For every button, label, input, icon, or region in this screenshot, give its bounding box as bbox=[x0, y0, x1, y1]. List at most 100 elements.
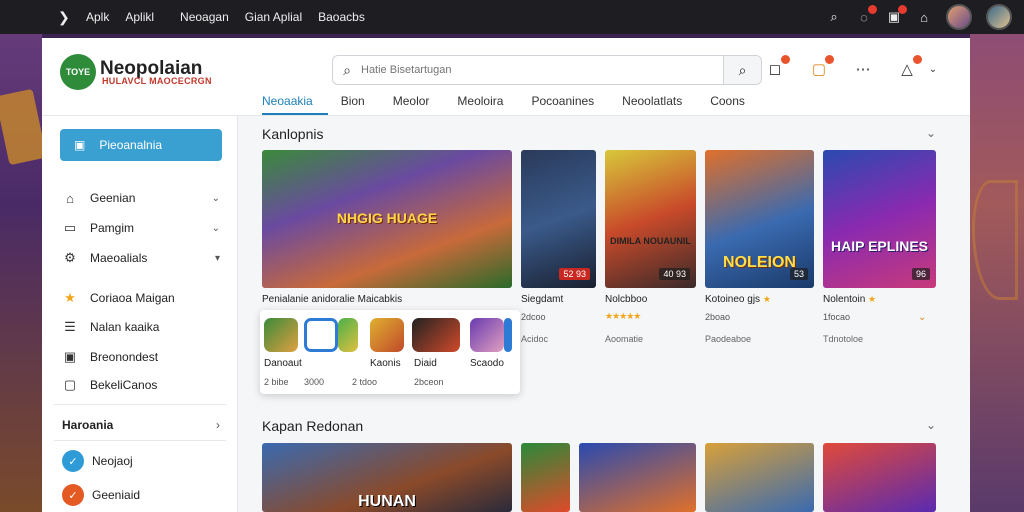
chevron-down-icon[interactable]: ⌄ bbox=[926, 126, 936, 140]
game-title[interactable]: Siegdamt bbox=[521, 294, 563, 305]
chevron-down-icon[interactable]: ⌄ bbox=[212, 193, 220, 204]
featured-game-image[interactable]: NHGIG HUAGE bbox=[262, 150, 512, 288]
game-image[interactable] bbox=[705, 443, 814, 512]
search-input[interactable] bbox=[361, 57, 723, 83]
discount-badge: 52 93 bbox=[559, 268, 590, 280]
chevron-down-icon[interactable]: ⌄ bbox=[918, 312, 926, 323]
discount-badge: 40 93 bbox=[659, 268, 690, 280]
search-button[interactable]: ⌕ bbox=[723, 56, 761, 84]
app-icon[interactable] bbox=[412, 318, 460, 352]
avatar[interactable] bbox=[946, 4, 972, 30]
settings-icon: ⚙ bbox=[64, 250, 76, 265]
game-image[interactable]: NOLEION 53 bbox=[705, 150, 814, 288]
game-image[interactable] bbox=[521, 443, 570, 512]
download-icon[interactable]: ▣ bbox=[886, 5, 907, 25]
list-icon: ☰ bbox=[64, 319, 76, 334]
app-size: 3000 bbox=[304, 377, 325, 387]
sidebar-item-label: BekeliCanos bbox=[90, 378, 158, 392]
os-menu-item[interactable]: Baoacbs bbox=[318, 10, 365, 24]
gift-icon[interactable]: ▢ bbox=[808, 55, 834, 80]
primary-action-button[interactable]: ▣ Pieoanalnia bbox=[60, 129, 222, 161]
os-menu-item[interactable]: Neoagan bbox=[180, 10, 229, 24]
os-menu-item[interactable]: Gian Aplial bbox=[245, 10, 302, 24]
game-title[interactable]: Penialanie anidoralie Maicabkis bbox=[262, 294, 402, 305]
sidebar-item[interactable]: ★ Coriaoa Maigan bbox=[62, 288, 222, 308]
sidebar-item[interactable]: ✓ Neojaoj bbox=[62, 449, 222, 473]
brand-logo[interactable]: TOYE bbox=[60, 54, 96, 90]
game-art-title: DIMILA NOUAUNIL bbox=[610, 236, 691, 246]
game-title[interactable]: Kotoineo gjs ★ bbox=[705, 294, 771, 305]
sidebar-item[interactable]: ▭ Pamgim ⌄ bbox=[62, 218, 222, 238]
avatar[interactable] bbox=[986, 4, 1012, 30]
sidebar-item-label: Geeniaid bbox=[92, 488, 141, 502]
chevron-down-icon[interactable]: ⌄ bbox=[926, 418, 936, 432]
sidebar-item[interactable]: ⌂ Geenian ⌄ bbox=[62, 188, 222, 208]
os-menu-item[interactable]: Aplk bbox=[86, 10, 109, 24]
divider bbox=[54, 440, 226, 441]
game-image[interactable]: HAIP EPLINES 96 bbox=[823, 150, 936, 288]
search-icon[interactable]: ⌕ bbox=[826, 9, 842, 25]
app-icon[interactable] bbox=[370, 318, 404, 352]
game-image[interactable] bbox=[579, 443, 696, 512]
app-icon[interactable] bbox=[470, 318, 504, 352]
tab-item[interactable]: Neoolatlats bbox=[622, 94, 697, 115]
more-icon[interactable]: ⋯ bbox=[852, 58, 874, 80]
app-icon: ✓ bbox=[62, 450, 84, 472]
sidebar-item[interactable]: ▣ Breonondest bbox=[62, 347, 222, 367]
os-menu-item[interactable]: Aplikl bbox=[125, 10, 154, 24]
app-icon[interactable] bbox=[504, 318, 512, 352]
chevron-down-icon[interactable]: ⌄ bbox=[212, 223, 220, 234]
bell-icon[interactable]: △ bbox=[896, 55, 922, 80]
game-size: 2boao bbox=[705, 312, 731, 322]
app-name: Scaodo bbox=[470, 358, 504, 369]
tab-item[interactable]: Neoaakia bbox=[262, 94, 328, 115]
app-icon[interactable] bbox=[304, 318, 338, 352]
app-icon[interactable] bbox=[338, 318, 358, 352]
sidebar-item[interactable]: ▢ BekeliCanos bbox=[62, 375, 222, 395]
app-icon[interactable] bbox=[264, 318, 298, 352]
sidebar-item-label: Pamgim bbox=[90, 221, 135, 235]
section-header[interactable]: Haroania › bbox=[62, 418, 222, 432]
game-art-title: NHGIG HUAGE bbox=[336, 210, 438, 226]
sidebar: ▣ Pieoanalnia ⌂ Geenian ⌄ ▭ Pamgim ⌄ ⚙ M… bbox=[42, 116, 238, 512]
sidebar-item[interactable]: ⚙ Maeoalials ▾ bbox=[62, 248, 222, 268]
discount-badge: 96 bbox=[911, 268, 930, 280]
game-art-title: HAIP EPLINES bbox=[831, 238, 928, 254]
sidebar-item[interactable]: ✓ Geeniaid bbox=[62, 483, 222, 507]
calendar-icon: ▭ bbox=[63, 220, 77, 235]
game-size: 1focao bbox=[823, 312, 851, 322]
star-icon: ★ bbox=[762, 294, 771, 304]
store-icon: ▣ bbox=[74, 138, 86, 152]
app-size: 2 bibe bbox=[264, 377, 289, 387]
app-name: Kaonis bbox=[370, 358, 401, 369]
chat-icon[interactable]: ◻ bbox=[764, 55, 790, 80]
home-icon[interactable]: ⌂ bbox=[916, 9, 932, 25]
primary-button-label: Pieoanalnia bbox=[99, 138, 163, 152]
os-top-bar: ❯ Aplk Aplikl Neoagan Gian Aplial Baoacb… bbox=[0, 0, 1024, 34]
tab-item[interactable]: Coons bbox=[710, 94, 760, 115]
section-title: Haroania bbox=[62, 418, 114, 432]
game-title[interactable]: Nolentoin ★ bbox=[823, 294, 876, 305]
chevron-right-icon[interactable]: › bbox=[216, 418, 220, 432]
featured-game-image[interactable]: HUNAN bbox=[262, 443, 512, 512]
tab-item[interactable]: Pocoanines bbox=[531, 94, 609, 115]
caret-down-icon[interactable]: ▾ bbox=[215, 253, 220, 264]
sidebar-item-label: Breonondest bbox=[90, 350, 159, 364]
chevron-down-icon[interactable]: ⌄ bbox=[922, 58, 944, 80]
tab-item[interactable]: Meolor bbox=[393, 94, 445, 115]
category-tabs: Neoaakia Bion Meolor Meoloira Pocoanines… bbox=[262, 94, 773, 115]
game-genre: Acidoc bbox=[521, 334, 549, 344]
game-image[interactable] bbox=[823, 443, 936, 512]
row-title: Kapan Redonan bbox=[262, 418, 364, 434]
tab-item[interactable]: Bion bbox=[341, 94, 380, 115]
rating-stars: ★★★★★ bbox=[605, 311, 641, 321]
tab-item[interactable]: Meoloira bbox=[457, 94, 518, 115]
notification-icon[interactable]: ◌ bbox=[856, 5, 877, 25]
sidebar-item-label: Maeoalials bbox=[90, 251, 148, 265]
game-title[interactable]: Nolcbboo bbox=[605, 294, 647, 305]
launcher-icon[interactable]: ❯ bbox=[58, 10, 72, 24]
sidebar-item[interactable]: ☰ Nalan kaaika bbox=[62, 317, 222, 337]
game-image[interactable]: DIMILA NOUAUNIL 40 93 bbox=[605, 150, 696, 288]
game-image[interactable]: 52 93 bbox=[521, 150, 596, 288]
game-genre: Tdnotoloe bbox=[823, 334, 864, 344]
